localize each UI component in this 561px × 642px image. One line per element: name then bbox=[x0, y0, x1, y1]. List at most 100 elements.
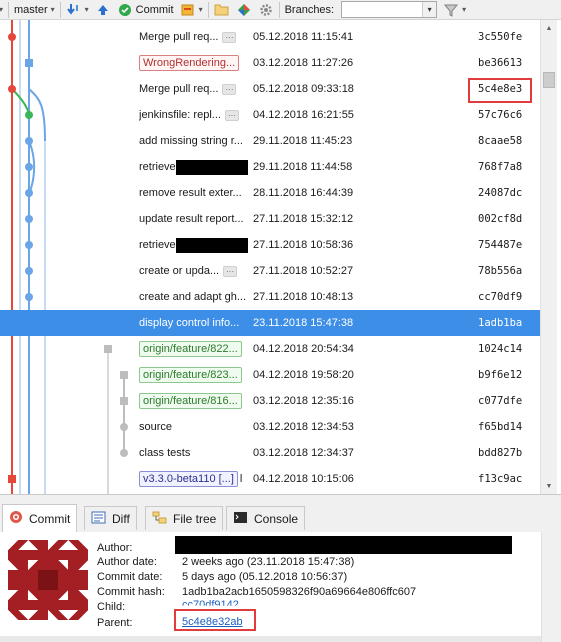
commit-row[interactable]: retrieve 29.11.2018 11:44:58 768f7a8 bbox=[0, 154, 540, 180]
commit-hash: 3c550fe bbox=[478, 31, 523, 43]
stash-button[interactable]: ▾ bbox=[177, 1, 206, 19]
commit-hash: 1024c14 bbox=[478, 343, 523, 355]
scrollbar-thumb[interactable] bbox=[543, 72, 555, 88]
filter-button[interactable]: ▾ bbox=[440, 1, 469, 19]
scroll-down-arrow-icon[interactable]: ▼ bbox=[541, 478, 557, 494]
tab-console-label: Console bbox=[254, 511, 299, 526]
commit-row[interactable]: display control info... 23.11.2018 15:47:… bbox=[0, 310, 540, 336]
commit-details-panel: Author: Author date: 2 weeks ago (23.11.… bbox=[0, 532, 561, 642]
ref-label: WrongRendering... bbox=[139, 55, 240, 71]
tab-commit-label: Commit bbox=[29, 511, 71, 526]
commit-row[interactable]: source 03.12.2018 12:34:53 f65bd14 bbox=[0, 414, 540, 440]
chevron-down-icon: ▾ bbox=[0, 5, 4, 14]
commit-hash-label: Commit hash: bbox=[97, 586, 165, 598]
commit-date: 05.12.2018 11:15:41 bbox=[253, 31, 354, 43]
commit-hash: b9f6e12 bbox=[478, 369, 523, 381]
highlight-box-parent bbox=[174, 609, 256, 631]
branches-combobox[interactable]: ▾ bbox=[341, 1, 438, 18]
commit-row[interactable]: Merge pull req... ··· 05.12.2018 11:15:41 3… bbox=[0, 24, 540, 50]
commit-row[interactable]: WrongRendering... 03.12.2018 11:27:26 be36… bbox=[0, 50, 540, 76]
revision-grid-scrollbar[interactable]: ▲ ▼ bbox=[540, 20, 557, 494]
commit-message: source bbox=[139, 421, 252, 433]
chevron-down-icon: ▾ bbox=[84, 5, 89, 14]
tab-file-tree[interactable]: File tree bbox=[145, 506, 224, 530]
scroll-up-arrow-icon[interactable]: ▲ bbox=[541, 20, 557, 36]
commit-date: 27.11.2018 15:32:12 bbox=[253, 213, 354, 225]
author-date-label: Author date: bbox=[97, 556, 157, 568]
commit-row[interactable]: origin/feature/816... 03.12.2018 12:35:16… bbox=[0, 388, 540, 414]
commit-row[interactable]: add missing string r... 29.11.2018 11:45:… bbox=[0, 128, 540, 154]
commit-row[interactable]: jenkinsfile: repl... ··· 04.12.2018 16:21:… bbox=[0, 102, 540, 128]
commit-check-icon bbox=[117, 2, 133, 18]
tab-console[interactable]: Console bbox=[226, 506, 306, 530]
commit-message: retrieve bbox=[139, 159, 252, 175]
gitextensions-logo-icon bbox=[236, 2, 252, 18]
commit-message: create or upda... ··· bbox=[139, 265, 252, 277]
author-label: Author: bbox=[97, 542, 133, 554]
commit-hash: c077dfe bbox=[478, 395, 523, 407]
commit-tab-icon bbox=[9, 510, 23, 527]
ref-label: origin/feature/816... bbox=[139, 393, 242, 409]
commit-row[interactable]: origin/feature/823... 04.12.2018 19:58:20… bbox=[0, 362, 540, 388]
commit-message: origin/feature/823... bbox=[139, 367, 252, 383]
chevron-down-icon[interactable]: ▾ bbox=[422, 2, 437, 17]
toolbar-separator bbox=[8, 1, 10, 18]
commit-row[interactable]: v3.3.0-beta110 [...] l 04.12.2018 10:15:06… bbox=[0, 466, 540, 492]
commit-hash: f65bd14 bbox=[478, 421, 523, 433]
commit-message: display control info... bbox=[139, 317, 252, 329]
commit-row[interactable]: origin/feature/822... 04.12.2018 20:54:34… bbox=[0, 336, 540, 362]
diff-icon bbox=[91, 511, 106, 527]
git-extensions-button[interactable] bbox=[233, 1, 255, 19]
more-refs-icon[interactable]: ··· bbox=[222, 31, 237, 43]
commit-hash: 78b556a bbox=[478, 265, 523, 277]
pull-button[interactable]: ▾ bbox=[63, 1, 92, 19]
branch-selector[interactable]: ▾ master ▾ bbox=[0, 1, 58, 19]
commit-message-text: source bbox=[139, 421, 173, 433]
open-folder-button[interactable] bbox=[211, 1, 233, 19]
commit-row[interactable]: Merge pull req... ··· 05.12.2018 09:33:18 5… bbox=[0, 76, 540, 102]
ref-label: origin/feature/822... bbox=[139, 341, 242, 357]
commit-date: 04.12.2018 19:58:20 bbox=[253, 369, 354, 381]
details-horizontal-scrollbar[interactable] bbox=[0, 636, 541, 642]
commit-row[interactable]: create and adapt gh... 27.11.2018 10:48:1… bbox=[0, 284, 540, 310]
commit-message-text: retrieve bbox=[139, 161, 176, 173]
commit-message: v3.3.0-beta110 [...] l bbox=[139, 471, 252, 487]
push-icon bbox=[95, 2, 111, 18]
commit-row[interactable]: retrieve 27.11.2018 10:58:36 754487e bbox=[0, 232, 540, 258]
child-label: Child: bbox=[97, 601, 126, 613]
highlight-box-hash bbox=[468, 78, 532, 103]
settings-button[interactable] bbox=[255, 1, 277, 19]
commit-date: 27.11.2018 10:58:36 bbox=[253, 239, 354, 251]
commit-hash: f13c9ac bbox=[478, 473, 523, 485]
commit-button[interactable]: Commit bbox=[114, 1, 177, 19]
commit-message-text: update result report... bbox=[139, 213, 244, 225]
commit-date: 04.12.2018 16:21:55 bbox=[253, 109, 354, 121]
commit-message-suffix: l bbox=[239, 473, 243, 485]
commit-date: 04.12.2018 20:54:34 bbox=[253, 343, 354, 355]
tab-diff[interactable]: Diff bbox=[84, 506, 137, 530]
commit-date: 04.12.2018 10:15:06 bbox=[253, 473, 354, 485]
tab-diff-label: Diff bbox=[112, 511, 130, 526]
commit-row[interactable]: class tests 03.12.2018 12:34:37 bdd827b bbox=[0, 440, 540, 466]
branches-filter: Branches: ▾ bbox=[282, 1, 441, 19]
commit-row[interactable]: remove result exter... 28.11.2018 16:44:3… bbox=[0, 180, 540, 206]
details-tabbar: Commit Diff File tree Console bbox=[0, 494, 561, 532]
details-vertical-scrollbar[interactable] bbox=[541, 532, 561, 642]
commit-message: jenkinsfile: repl... ··· bbox=[139, 109, 252, 121]
commit-date: 27.11.2018 10:48:13 bbox=[253, 291, 354, 303]
tab-commit[interactable]: Commit bbox=[2, 504, 78, 532]
more-refs-icon[interactable]: ··· bbox=[224, 109, 239, 121]
commit-message: Merge pull req... ··· bbox=[139, 31, 252, 43]
push-button[interactable] bbox=[92, 1, 114, 19]
chevron-down-icon: ▾ bbox=[198, 5, 203, 14]
commit-date: 03.12.2018 12:34:53 bbox=[253, 421, 354, 433]
commit-row[interactable]: update result report... 27.11.2018 15:32:… bbox=[0, 206, 540, 232]
commit-row[interactable]: create or upda... ··· 27.11.2018 10:52:27 7… bbox=[0, 258, 540, 284]
commit-message-text: class tests bbox=[139, 447, 191, 459]
commit-hash: 002cf8d bbox=[478, 213, 523, 225]
ref-label: origin/feature/823... bbox=[139, 367, 242, 383]
commit-hash: 768f7a8 bbox=[478, 161, 523, 173]
revision-grid[interactable]: Merge pull req... ··· 05.12.2018 11:15:41 3… bbox=[0, 20, 540, 494]
more-refs-icon[interactable]: ··· bbox=[222, 83, 237, 95]
more-refs-icon[interactable]: ··· bbox=[223, 265, 238, 277]
